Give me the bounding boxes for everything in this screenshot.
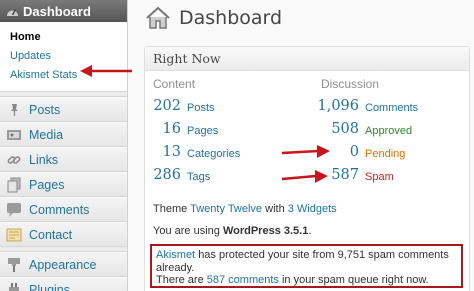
pages-label[interactable]: Pages	[187, 125, 218, 137]
version-prefix: You are using	[153, 225, 220, 237]
posts-label[interactable]: Posts	[187, 102, 215, 114]
sidebar-item-dashboard[interactable]: Dashboard	[0, 0, 127, 22]
akismet-notice: Akismet has protected your site from 9,7…	[150, 244, 463, 288]
menu-label: Media	[29, 127, 64, 142]
pin-icon	[11, 103, 18, 116]
right-now-widget: Right Now Content Discussion 202 Posts 1…	[144, 46, 470, 291]
menu-label: Links	[29, 152, 59, 167]
annotation-arrow-icon	[281, 145, 330, 158]
sidebar-item-plugins[interactable]: Plugins	[0, 277, 127, 291]
page-title: Dashboard	[179, 7, 283, 29]
menu-label: Pages	[29, 177, 65, 192]
menu-label: Plugins	[29, 282, 70, 291]
theme-mid: with	[265, 203, 285, 215]
sidebar-item-links[interactable]: Links	[0, 147, 127, 172]
posts-count[interactable]: 202	[145, 98, 181, 114]
akismet-text-2: in your spam queue right now.	[281, 274, 429, 286]
menu-label: Contact	[29, 227, 73, 242]
table-row: 16 Pages 508 Approved	[145, 121, 469, 143]
tags-count[interactable]: 286	[145, 167, 181, 183]
tags-label[interactable]: Tags	[187, 171, 210, 183]
page-header: Dashboard	[145, 6, 282, 30]
version-info: You are using WordPress 3.5.1.	[153, 225, 311, 237]
categories-label[interactable]: Categories	[187, 148, 240, 160]
comments-icon	[7, 202, 21, 217]
approved-label[interactable]: Approved	[365, 125, 412, 137]
categories-count[interactable]: 13	[145, 144, 181, 160]
pending-label[interactable]: Pending	[365, 148, 405, 160]
version-suffix: .	[308, 225, 312, 237]
submenu-home[interactable]: Home	[10, 28, 127, 47]
link-icon	[7, 155, 21, 164]
annotation-arrow-icon	[80, 65, 132, 77]
pages-icon	[7, 177, 21, 192]
dashboard-icon	[7, 8, 18, 16]
spam-label[interactable]: Spam	[365, 171, 394, 183]
widgets-link[interactable]: 3 Widgets	[288, 203, 337, 215]
admin-sidebar: Dashboard Home Updates Akismet Stats Pos…	[0, 0, 128, 291]
annotation-arrow-icon	[281, 170, 328, 183]
comments-label[interactable]: Comments	[365, 102, 418, 114]
version-name: WordPress 3.5.1	[222, 225, 309, 237]
sidebar-item-pages[interactable]: Pages	[0, 172, 127, 197]
theme-info: Theme Twenty Twelve with 3 Widgets	[153, 203, 337, 215]
sidebar-item-contact[interactable]: Contact	[0, 222, 127, 247]
theme-name-link[interactable]: Twenty Twelve	[190, 203, 262, 215]
content-heading: Content	[153, 77, 196, 91]
akismet-prefix-2: There are	[156, 274, 204, 286]
dashboard-submenu: Home Updates Akismet Stats	[0, 22, 127, 92]
sidebar-item-posts[interactable]: Posts	[0, 97, 127, 122]
sidebar-item-appearance[interactable]: Appearance	[0, 252, 127, 277]
appearance-icon	[8, 257, 20, 272]
plugin-icon	[9, 282, 19, 291]
menu-label: Posts	[29, 102, 61, 117]
akismet-link[interactable]: Akismet	[156, 249, 195, 261]
sidebar-item-media[interactable]: Media	[0, 122, 127, 147]
akismet-text-1: has protected your site from 9,751 spam …	[156, 249, 449, 274]
pages-count[interactable]: 16	[145, 121, 181, 137]
table-row: 202 Posts 1,096 Comments	[145, 98, 469, 120]
menu-label: Comments	[29, 202, 90, 217]
discussion-heading: Discussion	[321, 77, 380, 91]
house-icon	[146, 6, 170, 29]
approved-count[interactable]: 508	[295, 121, 359, 137]
sidebar-header-label: Dashboard	[23, 3, 91, 19]
spam-queue-link[interactable]: 587 comments	[207, 274, 279, 286]
contact-icon	[6, 228, 22, 241]
media-icon	[7, 129, 21, 140]
theme-prefix: Theme	[153, 203, 188, 215]
comments-count[interactable]: 1,096	[295, 98, 359, 114]
widget-title[interactable]: Right Now	[145, 47, 469, 71]
menu-label: Appearance	[29, 257, 97, 272]
sidebar-item-comments[interactable]: Comments	[0, 197, 127, 222]
